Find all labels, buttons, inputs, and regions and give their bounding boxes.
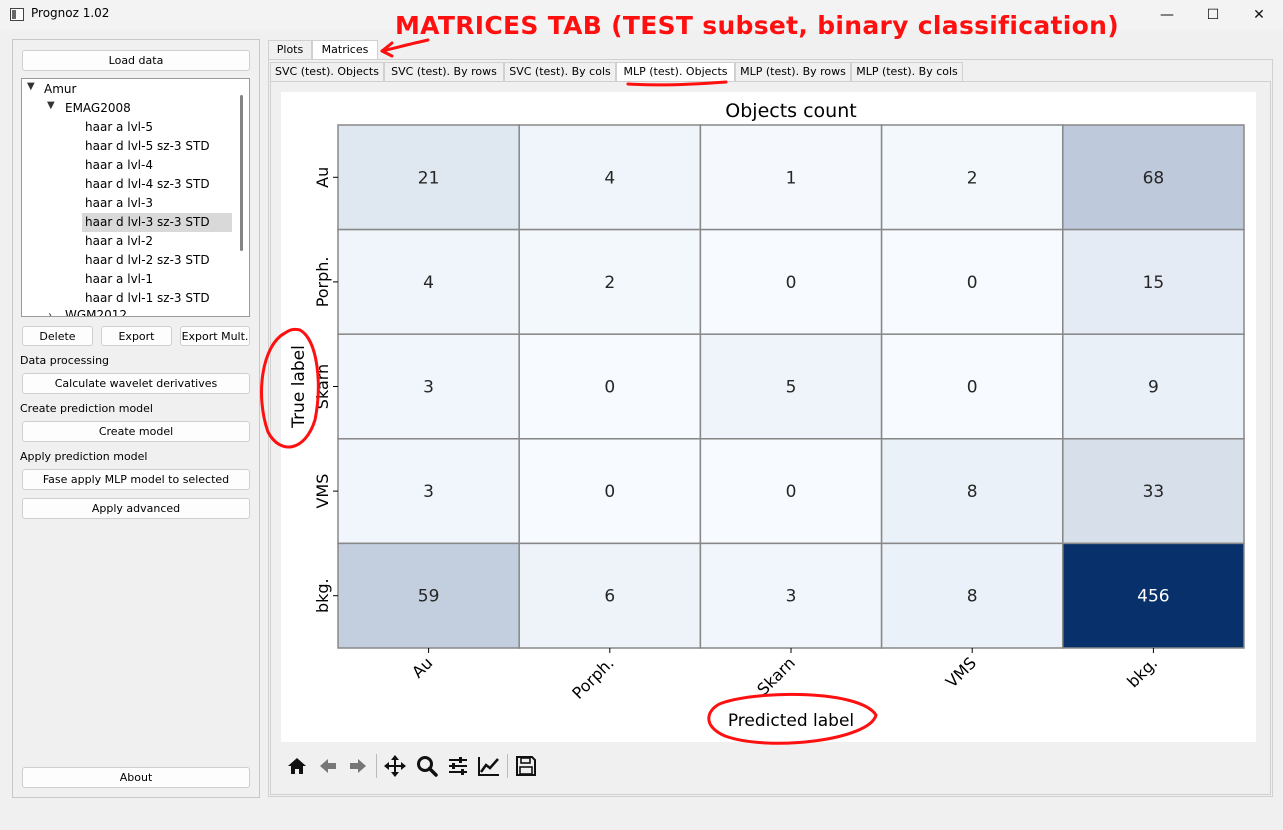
annotation-circle-xlabel (707, 692, 878, 745)
home-icon[interactable] (284, 752, 310, 780)
toolbar-separator (376, 754, 377, 778)
edit-axis-icon[interactable] (476, 752, 502, 780)
annotation-circle-ylabel (260, 327, 320, 449)
pan-icon[interactable] (382, 752, 408, 780)
annotation-overlay (260, 38, 878, 745)
forward-arrow-icon[interactable] (345, 752, 371, 780)
configure-subplots-icon[interactable] (445, 752, 471, 780)
toolbar-separator (507, 754, 508, 778)
back-arrow-icon[interactable] (315, 752, 341, 780)
save-icon[interactable] (513, 752, 539, 780)
zoom-icon[interactable] (414, 752, 440, 780)
annotation-underline (626, 80, 728, 87)
